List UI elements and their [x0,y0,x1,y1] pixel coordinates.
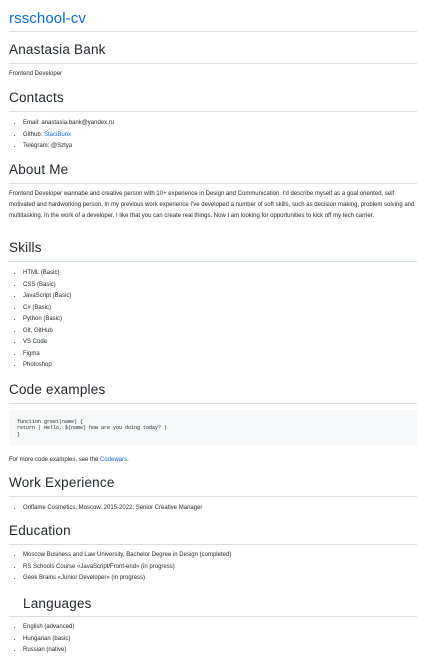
education-item: Moscow Business and Law University, Bach… [23,550,231,562]
email-value: anastasia.bank@yandex.ru [41,120,115,126]
contacts-heading: Contacts [9,90,64,105]
contact-email: Email: anastasia.bank@yandex.ru [23,118,114,130]
about-heading: About Me [9,162,69,177]
email-label: Email: [23,120,42,126]
code-examples-divider [9,403,417,404]
code-examples-heading: Code examples [9,382,106,397]
name-divider [9,63,417,64]
language-item: English (advanced) [23,622,74,634]
language-item: Hungarian (basic) [23,634,74,646]
languages-divider [9,616,417,617]
skill-item: Figma [23,349,71,361]
skill-item: Photoshop [23,360,71,372]
work-heading: Work Experience [9,475,115,490]
telegram-value: @Sztya [51,143,73,149]
contacts-divider [9,111,417,112]
contacts-list: Email: anastasia.bank@yandex.ru Github: … [9,118,114,153]
name-heading: Anastasia Bank [9,42,106,57]
education-divider [9,544,417,545]
skills-list: HTML (Basic) CSS (Basic) JavaScript (Bas… [9,268,71,372]
skill-item: Python (Basic) [23,314,71,326]
education-item: Geek Brains «Junior Developer» (in progr… [23,573,231,585]
education-heading: Education [9,523,71,538]
skills-divider [9,261,417,262]
telegram-label: Telegram: [23,143,52,149]
skill-item: HTML (Basic) [23,268,71,280]
title-divider [9,31,417,32]
contact-telegram: Telegram: @Sztya [23,141,114,153]
contact-github: Github: StaciBunx [23,130,114,142]
work-divider [9,496,417,497]
role-text: Frontend Developer [9,71,63,77]
work-list: Oriflame Cosmetics, Moscow. 2015-2022. S… [9,503,202,515]
code-block: function greet(name) { return ( Hello, $… [9,410,417,445]
language-item: Russian (native) [23,645,74,657]
about-divider [9,183,417,184]
skill-item: VS Code [23,337,71,349]
work-item: Oriflame Cosmetics, Moscow. 2015-2022. S… [23,503,202,515]
site-title-link[interactable]: rsschool-cv [9,10,86,27]
github-label: Github: [23,131,45,138]
codewars-link[interactable]: Codewars [100,457,127,463]
skill-item: Git, GitHub [23,326,71,338]
skills-heading: Skills [9,240,42,255]
education-item: RS Schools Course «JavaScript/Front-end»… [23,562,231,574]
about-text: Frontend Developer wannabe and creative … [9,191,415,219]
languages-heading: Languages [23,596,92,611]
skill-item: C# (Basic) [23,303,71,315]
education-list: Moscow Business and Law University, Bach… [9,550,231,585]
languages-list: English (advanced) Hungarian (basic) Rus… [9,622,74,657]
code-note: For more code examples, see the Codewars… [9,455,129,466]
code-text: function greet(name) { return ( Hello, $… [17,419,168,438]
github-link[interactable]: StaciBunx [44,132,71,138]
skill-item: JavaScript (Basic) [23,291,71,303]
skill-item: CSS (Basic) [23,280,71,292]
code-note-suffix: . [127,457,129,463]
code-note-text: For more code examples, see the [9,457,101,463]
